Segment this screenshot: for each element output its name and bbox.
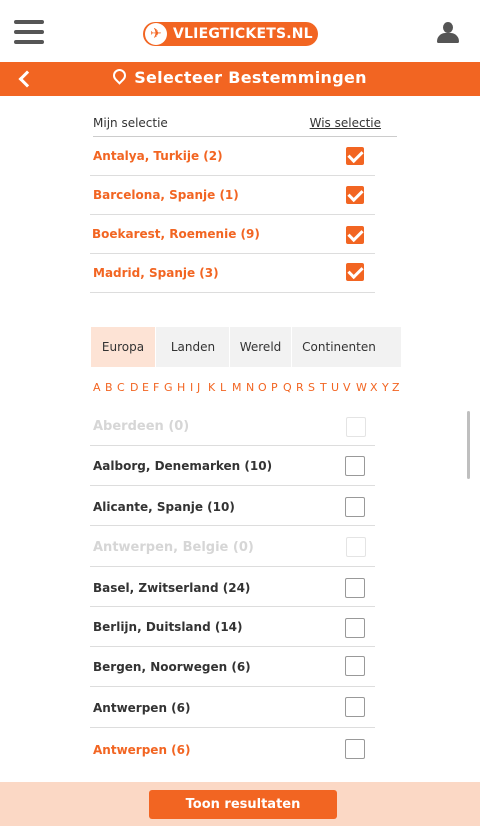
destination-label: Antwerpen, Belgie (0) bbox=[93, 540, 254, 555]
page-title-text: Selecteer Bestemmingen bbox=[134, 68, 367, 87]
selected-destination-row[interactable]: Madrid, Spanje (3) bbox=[90, 254, 375, 293]
destination-checkbox[interactable] bbox=[345, 739, 365, 759]
destination-checkbox[interactable] bbox=[345, 456, 365, 476]
letter-link[interactable]: O bbox=[258, 381, 267, 394]
airplane-icon: ✈ bbox=[145, 23, 167, 45]
destination-checkbox[interactable] bbox=[345, 578, 365, 598]
destination-row[interactable]: Bergen, Noorwegen (6) bbox=[90, 647, 375, 687]
destination-label[interactable]: Antwerpen (6) bbox=[93, 701, 190, 715]
logo-text: VLIEGTICKETS.NL bbox=[173, 26, 313, 42]
selected-destination-label[interactable]: Barcelona, Spanje (1) bbox=[93, 188, 239, 202]
letter-link[interactable]: N bbox=[246, 381, 254, 394]
letter-link[interactable]: C bbox=[117, 381, 125, 394]
letter-link[interactable]: Y bbox=[382, 381, 389, 394]
letter-link[interactable]: I bbox=[190, 381, 193, 394]
destination-checkbox[interactable] bbox=[345, 656, 365, 676]
destination-row[interactable]: Berlijn, Duitsland (14) bbox=[90, 607, 375, 647]
section-header: Selecteer Bestemmingen bbox=[0, 62, 480, 96]
clear-selection-link[interactable]: Wis selectie bbox=[310, 116, 381, 130]
selected-destination-label[interactable]: Madrid, Spanje (3) bbox=[93, 266, 219, 280]
letter-link[interactable]: B bbox=[105, 381, 113, 394]
destination-checkbox bbox=[346, 417, 366, 437]
menu-icon[interactable] bbox=[14, 20, 44, 44]
letter-link[interactable]: R bbox=[296, 381, 304, 394]
destination-row[interactable]: Aalborg, Denemarken (10) bbox=[90, 446, 375, 486]
letter-link[interactable]: A bbox=[93, 381, 101, 394]
letter-link[interactable]: E bbox=[142, 381, 149, 394]
destination-label[interactable]: Basel, Zwitserland (24) bbox=[93, 581, 250, 595]
top-navbar: ✈ VLIEGTICKETS.NL bbox=[0, 0, 480, 63]
show-results-button[interactable]: Toon resultaten bbox=[149, 790, 337, 819]
page-title: Selecteer Bestemmingen bbox=[0, 66, 480, 87]
destination-label[interactable]: Berlijn, Duitsland (14) bbox=[93, 620, 243, 634]
destination-label[interactable]: Aalborg, Denemarken (10) bbox=[93, 459, 272, 473]
selected-destination-row[interactable]: Barcelona, Spanje (1) bbox=[90, 176, 375, 215]
destination-row[interactable]: Alicante, Spanje (10) bbox=[90, 486, 375, 526]
destination-label: Aberdeen (0) bbox=[93, 419, 190, 434]
letter-link[interactable]: W bbox=[356, 381, 367, 394]
user-icon[interactable] bbox=[436, 22, 460, 44]
scrollbar-thumb[interactable] bbox=[467, 411, 470, 479]
selected-checkbox[interactable] bbox=[346, 263, 364, 281]
destination-checkbox[interactable] bbox=[345, 497, 365, 517]
destination-row: Aberdeen (0) bbox=[90, 406, 375, 446]
map-pin-icon bbox=[110, 66, 129, 85]
selected-checkbox[interactable] bbox=[346, 226, 364, 244]
letter-link[interactable]: G bbox=[164, 381, 173, 394]
selection-header: Mijn selectie Wis selectie bbox=[93, 116, 397, 137]
letter-link[interactable]: U bbox=[331, 381, 339, 394]
site-logo[interactable]: ✈ VLIEGTICKETS.NL bbox=[143, 22, 318, 46]
destination-row: Antwerpen, Belgie (0) bbox=[90, 526, 375, 567]
letter-link[interactable]: D bbox=[130, 381, 138, 394]
letter-link[interactable]: L bbox=[220, 381, 226, 394]
letter-link[interactable]: J bbox=[197, 381, 200, 394]
selected-destination-row[interactable]: Boekarest, Roemenie (9) bbox=[90, 215, 375, 254]
tab-wereld[interactable]: Wereld bbox=[230, 327, 291, 367]
destination-row[interactable]: Basel, Zwitserland (24) bbox=[90, 567, 375, 607]
destination-checkbox bbox=[346, 537, 366, 557]
letter-link[interactable]: K bbox=[208, 381, 215, 394]
letter-link[interactable]: Z bbox=[392, 381, 400, 394]
letter-link[interactable]: M bbox=[232, 381, 242, 394]
region-tabs: Europa Landen Wereld Continenten bbox=[91, 327, 401, 367]
selected-destination-label[interactable]: Boekarest, Roemenie (9) bbox=[92, 227, 260, 241]
letter-link[interactable]: T bbox=[320, 381, 327, 394]
selected-checkbox[interactable] bbox=[346, 186, 364, 204]
destination-label[interactable]: Bergen, Noorwegen (6) bbox=[93, 660, 251, 674]
letter-link[interactable]: P bbox=[271, 381, 278, 394]
destination-checkbox[interactable] bbox=[345, 618, 365, 638]
tab-europa[interactable]: Europa bbox=[91, 327, 155, 367]
selected-destination-row[interactable]: Antalya, Turkije (2) bbox=[90, 137, 375, 176]
letter-link[interactable]: F bbox=[153, 381, 159, 394]
letter-link[interactable]: X bbox=[370, 381, 378, 394]
tab-continenten[interactable]: Continenten bbox=[292, 327, 386, 367]
destination-label[interactable]: Antwerpen (6) bbox=[93, 743, 190, 757]
destination-row[interactable]: Antwerpen (6) bbox=[90, 728, 375, 768]
tab-landen[interactable]: Landen bbox=[157, 327, 229, 367]
selected-checkbox[interactable] bbox=[346, 147, 364, 165]
letter-link[interactable]: Q bbox=[283, 381, 292, 394]
destination-checkbox[interactable] bbox=[345, 697, 365, 717]
destination-row[interactable]: Antwerpen (6) bbox=[90, 687, 375, 728]
selection-label: Mijn selectie bbox=[93, 116, 168, 130]
letter-link[interactable]: S bbox=[308, 381, 315, 394]
letter-link[interactable]: V bbox=[343, 381, 351, 394]
letter-link[interactable]: H bbox=[177, 381, 185, 394]
destination-label[interactable]: Alicante, Spanje (10) bbox=[93, 500, 235, 514]
selected-destination-label[interactable]: Antalya, Turkije (2) bbox=[93, 149, 223, 163]
